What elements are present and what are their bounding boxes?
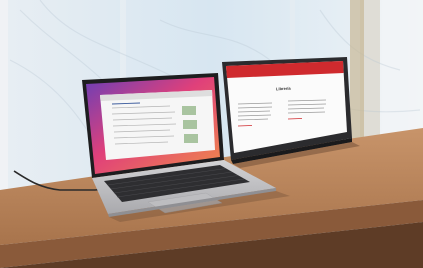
monitor-page-title: Librería xyxy=(275,85,291,92)
browser-window xyxy=(100,90,215,160)
window-frame-right xyxy=(350,0,364,150)
scene-illustration xyxy=(0,0,423,268)
browser-thumbnails xyxy=(182,106,198,143)
photo: Librería xyxy=(0,0,423,268)
